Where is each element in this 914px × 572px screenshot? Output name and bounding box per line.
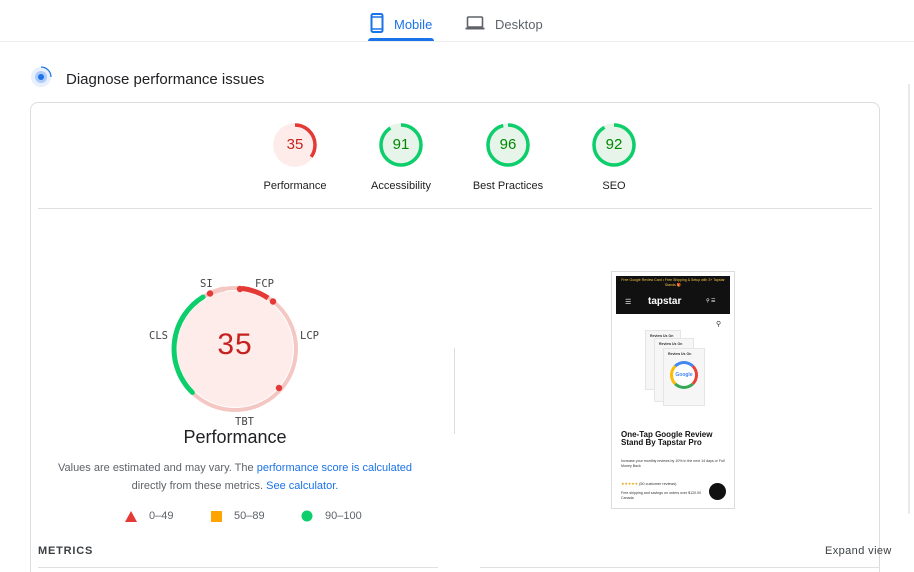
gauge-accessibility[interactable]: 91 Accessibility	[346, 122, 456, 192]
legend-label-average: 50–89	[234, 510, 265, 522]
final-screenshot[interactable]: Free Google Review Card • Free Shipping …	[611, 271, 735, 509]
gauge-accessibility-label: Accessibility	[371, 180, 431, 192]
metrics-divider-left	[38, 567, 438, 568]
device-tabs: Mobile Desktop	[0, 0, 914, 42]
thumb-banner: Free Google Review Card • Free Shipping …	[616, 276, 730, 289]
score-note: Values are estimated and may vary. The p…	[40, 459, 430, 495]
google-logo-icon: Google	[670, 361, 698, 389]
thumb-stars: ★★★★★	[621, 482, 639, 486]
legend-item-average: 50–89	[211, 510, 265, 522]
metric-label-si: SI	[200, 278, 213, 290]
metric-label-cls: CLS	[149, 330, 168, 342]
thumb-reviews: (50 customer reviews)	[639, 482, 677, 486]
score-legend: 0–49 50–89 90–100	[125, 510, 385, 526]
see-calculator-link[interactable]: See calculator.	[266, 480, 338, 492]
tab-desktop-label: Desktop	[495, 16, 543, 32]
si-dot	[206, 290, 214, 297]
lcp-dot	[269, 298, 277, 305]
nav-icons: ⚲ ☰	[706, 298, 716, 304]
thumb-title: One-Tap Google Review Stand By Tapstar P…	[621, 430, 713, 447]
tab-mobile[interactable]: Mobile	[370, 8, 432, 40]
laptop-icon	[465, 15, 485, 33]
circle-icon	[301, 510, 313, 522]
thumb-card-label-3: Review Us On	[668, 352, 692, 356]
thumb-logo: tapstar	[648, 296, 682, 307]
section-divider	[38, 208, 872, 209]
score-calculated-link[interactable]: performance score is calculated	[257, 462, 412, 474]
hamburger-icon: ☰	[625, 299, 632, 306]
thumb-product-card-3: Review Us On Google	[663, 348, 705, 406]
fcp-dot	[236, 285, 244, 293]
thumb-footer: Free shipping and savings on orders over…	[621, 491, 702, 500]
gauge-seo-label: SEO	[602, 180, 626, 192]
metric-label-fcp: FCP	[255, 278, 274, 290]
vertical-divider	[454, 348, 455, 434]
tab-divider	[0, 41, 914, 42]
diagnose-icon	[30, 66, 52, 93]
category-scores: 35 Performance 91 Accessibility 96 Best …	[0, 122, 914, 202]
tab-desktop[interactable]: Desktop	[465, 8, 543, 40]
gauge-best-practices-label: Best Practices	[472, 180, 544, 192]
gauge-accessibility-value: 91	[392, 136, 410, 153]
tab-mobile-label: Mobile	[394, 16, 433, 32]
gauge-best-practices[interactable]: 96 Best Practices	[453, 122, 563, 192]
thumb-nav: ☰ tapstar ⚲ ☰	[616, 289, 730, 314]
gauge-seo-value: 92	[605, 136, 623, 153]
legend-item-fail: 0–49	[125, 510, 173, 522]
metrics-divider-right	[480, 567, 880, 568]
chat-icon	[709, 483, 726, 500]
note-prefix: Values are estimated and may vary. The	[57, 462, 257, 474]
smartphone-icon	[370, 12, 384, 36]
legend-item-pass: 90–100	[301, 510, 362, 522]
gauge-performance-label: Performance	[263, 180, 327, 192]
legend-label-pass: 90–100	[325, 510, 362, 522]
expand-view-button[interactable]: Expand view	[825, 545, 892, 557]
performance-title: Performance	[183, 427, 287, 447]
search-icon: ⚲	[716, 321, 722, 328]
gauge-seo[interactable]: 92 SEO	[559, 122, 669, 192]
tbt-dot	[275, 384, 283, 392]
diagnose-header: Diagnose performance issues	[30, 66, 264, 93]
metric-label-lcp: LCP	[300, 330, 319, 342]
diagnose-title: Diagnose performance issues	[66, 71, 265, 88]
square-icon	[211, 510, 222, 522]
triangle-icon	[125, 510, 137, 522]
metrics-title: METRICS	[38, 545, 94, 557]
note-middle: directly from these metrics.	[131, 480, 267, 492]
performance-big-score: 35	[217, 328, 253, 361]
legend-label-fail: 0–49	[149, 510, 174, 522]
thumb-subtitle: Increase your monthly reviews by 10% in …	[621, 459, 725, 468]
thumb-rating: ★★★★★ (50 customer reviews)	[621, 481, 676, 486]
thumb-card-label-2: Review Us On	[659, 342, 683, 346]
gauge-performance-value: 35	[286, 136, 304, 153]
gauge-performance[interactable]: 35 Performance	[240, 122, 350, 192]
gauge-best-practices-value: 96	[499, 136, 517, 153]
